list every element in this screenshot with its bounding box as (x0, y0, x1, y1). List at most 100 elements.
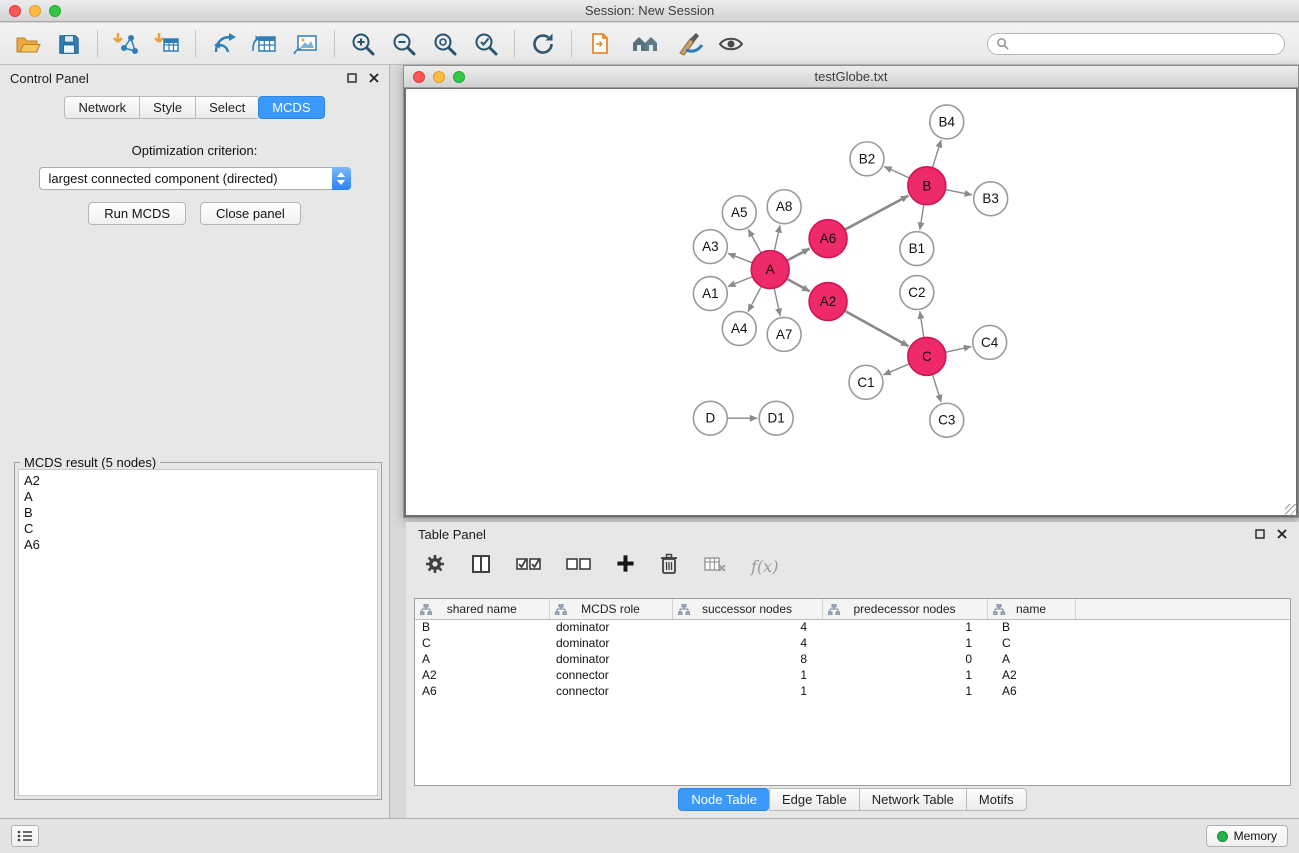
network-window-titlebar[interactable]: testGlobe.txt (404, 66, 1298, 88)
search-input[interactable] (1014, 37, 1276, 51)
clear-table-button[interactable] (703, 554, 727, 579)
table-row[interactable]: A2connector11A2 (415, 667, 1290, 683)
float-panel-icon[interactable] (347, 73, 357, 83)
edge-A2-C[interactable] (845, 311, 909, 346)
cell-successor-nodes[interactable]: 4 (672, 619, 822, 635)
edge-B-B3[interactable] (945, 190, 972, 195)
zoom-out-button[interactable] (386, 27, 422, 61)
cell-predecessor-nodes[interactable]: 1 (822, 667, 987, 683)
mcds-result-item[interactable]: A2 (24, 473, 372, 489)
mcds-result-item[interactable]: B (24, 505, 372, 521)
save-session-button[interactable] (51, 27, 87, 61)
new-table-button[interactable] (247, 27, 283, 61)
add-row-button[interactable] (616, 554, 635, 578)
cell-successor-nodes[interactable]: 4 (672, 635, 822, 651)
tab-style[interactable]: Style (139, 96, 195, 119)
close-window-button[interactable] (9, 5, 21, 17)
memory-button[interactable]: Memory (1206, 825, 1288, 847)
zoom-window-button[interactable] (49, 5, 61, 17)
node-B[interactable]: B (908, 167, 946, 205)
mcds-result-item[interactable]: A6 (24, 537, 372, 553)
cell-successor-nodes[interactable]: 8 (672, 651, 822, 667)
column-header-name[interactable]: name (987, 599, 1075, 619)
edge-B-B2[interactable] (884, 167, 909, 178)
edge-A6-B[interactable] (845, 196, 909, 230)
edge-B-B4[interactable] (932, 140, 941, 168)
tab-mcds[interactable]: MCDS (258, 96, 324, 119)
close-panel-button[interactable]: Close panel (200, 202, 301, 225)
column-header-mcds-role[interactable]: MCDS role (549, 599, 672, 619)
import-network-from-file-button[interactable] (108, 27, 144, 61)
function-builder-button[interactable]: f(x) (751, 557, 778, 576)
zoom-fit-button[interactable] (427, 27, 463, 61)
network-canvas[interactable]: B4B2BB3A8A5A6A3B1AC2A1A2A4A7C4CC1DD1C3 (404, 88, 1298, 517)
node-B3[interactable]: B3 (974, 182, 1008, 216)
cell-predecessor-nodes[interactable]: 0 (822, 651, 987, 667)
node-C3[interactable]: C3 (930, 403, 964, 437)
deselect-all-rows-button[interactable] (566, 554, 592, 579)
mcds-result-item[interactable]: C (24, 521, 372, 537)
node-D1[interactable]: D1 (759, 401, 793, 435)
network-close-button[interactable] (413, 71, 425, 83)
node-A3[interactable]: A3 (693, 230, 727, 264)
resize-grip[interactable] (1285, 504, 1297, 516)
cell-mcds-role[interactable]: dominator (549, 619, 672, 635)
cell-shared-name[interactable]: C (415, 635, 549, 651)
show-graphics-details-button[interactable] (713, 27, 749, 61)
close-panel-icon[interactable] (369, 73, 379, 83)
cell-successor-nodes[interactable]: 1 (672, 683, 822, 699)
cell-name[interactable]: A6 (987, 683, 1075, 699)
cell-shared-name[interactable]: A (415, 651, 549, 667)
refresh-layout-button[interactable] (525, 27, 561, 61)
cell-shared-name[interactable]: A2 (415, 667, 549, 683)
edge-A-A3[interactable] (728, 253, 752, 262)
edge-C-C3[interactable] (932, 374, 941, 402)
cell-shared-name[interactable]: B (415, 619, 549, 635)
node-A[interactable]: A (751, 251, 789, 289)
node-A6[interactable]: A6 (809, 220, 847, 258)
home-layout-button[interactable] (623, 27, 667, 61)
mcds-result-item[interactable]: A (24, 489, 372, 505)
cell-mcds-role[interactable]: connector (549, 667, 672, 683)
edge-A-A1[interactable] (728, 277, 753, 287)
cell-name[interactable]: A2 (987, 667, 1075, 683)
new-network-button[interactable] (206, 27, 242, 61)
column-visibility-button[interactable] (470, 553, 492, 580)
network-minimize-button[interactable] (433, 71, 445, 83)
minimize-window-button[interactable] (29, 5, 41, 17)
cell-mcds-role[interactable]: connector (549, 683, 672, 699)
export-image-button[interactable] (288, 27, 324, 61)
run-mcds-button[interactable]: Run MCDS (88, 202, 186, 225)
table-row[interactable]: Cdominator41C (415, 635, 1290, 651)
tab-node-table[interactable]: Node Table (678, 788, 769, 811)
edge-A-A7[interactable] (774, 288, 780, 316)
node-D[interactable]: D (693, 401, 727, 435)
edge-A-A6[interactable] (787, 249, 810, 261)
node-B4[interactable]: B4 (930, 105, 964, 139)
edge-A-A4[interactable] (748, 286, 761, 311)
tab-edge-table[interactable]: Edge Table (769, 788, 859, 811)
cell-successor-nodes[interactable]: 1 (672, 667, 822, 683)
close-panel-icon[interactable] (1277, 529, 1287, 539)
edge-B-B1[interactable] (920, 204, 924, 229)
cell-predecessor-nodes[interactable]: 1 (822, 619, 987, 635)
optimization-criterion-select[interactable]: largest connected component (directed) (39, 167, 351, 190)
cell-shared-name[interactable]: A6 (415, 683, 549, 699)
cell-mcds-role[interactable]: dominator (549, 635, 672, 651)
column-header-shared-name[interactable]: shared name (415, 599, 549, 619)
table-row[interactable]: Bdominator41B (415, 619, 1290, 635)
tab-select[interactable]: Select (195, 96, 258, 119)
task-history-button[interactable] (11, 825, 39, 847)
zoom-in-button[interactable] (345, 27, 381, 61)
edge-C-C1[interactable] (883, 364, 909, 375)
node-C1[interactable]: C1 (849, 365, 883, 399)
table-row[interactable]: Adominator80A (415, 651, 1290, 667)
edge-C-C2[interactable] (920, 311, 924, 337)
copy-style-button[interactable] (582, 27, 618, 61)
table-row[interactable]: A6connector11A6 (415, 683, 1290, 699)
apply-style-button[interactable] (672, 27, 708, 61)
node-B1[interactable]: B1 (900, 232, 934, 266)
tab-network[interactable]: Network (64, 96, 139, 119)
delete-row-button[interactable] (659, 553, 679, 580)
node-A8[interactable]: A8 (767, 190, 801, 224)
